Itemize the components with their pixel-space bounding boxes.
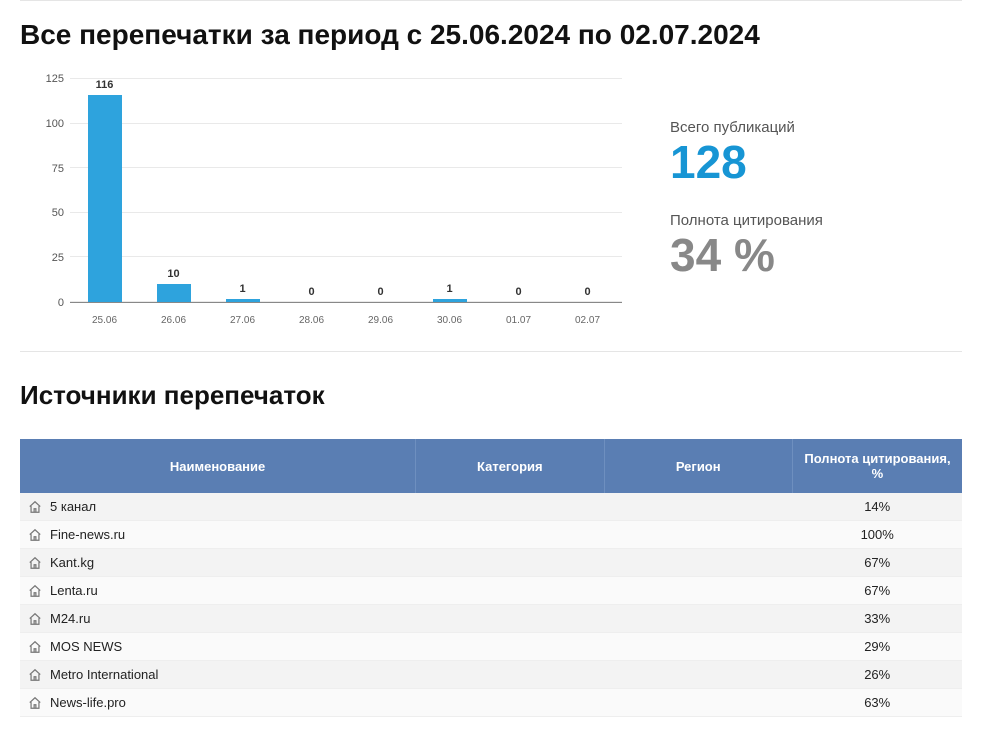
chart-x-tick: 28.06 xyxy=(277,309,346,333)
chart-bar-col: 0 xyxy=(346,79,415,302)
table-row[interactable]: M24.ru 33% xyxy=(20,605,962,633)
chart-bar-col: 0 xyxy=(553,79,622,302)
sources-table: Наименование Категория Регион Полнота ци… xyxy=(20,439,962,717)
source-name: Lenta.ru xyxy=(50,583,98,598)
table-row[interactable]: News-life.pro 63% xyxy=(20,689,962,717)
sources-section-title: Источники перепечаток xyxy=(20,380,962,411)
total-publications-stat: Всего публикаций 128 xyxy=(670,119,962,186)
source-pct: 100% xyxy=(792,521,962,549)
chart-y-tick: 50 xyxy=(20,207,64,219)
source-category xyxy=(416,633,604,661)
chart-y-tick: 25 xyxy=(20,252,64,264)
chart-x-tick: 26.06 xyxy=(139,309,208,333)
chart-bar-value-label: 10 xyxy=(167,268,179,280)
chart-x-tick: 30.06 xyxy=(415,309,484,333)
source-region xyxy=(604,633,792,661)
source-pct: 67% xyxy=(792,577,962,605)
source-icon xyxy=(28,612,42,626)
chart-bar-value-label: 0 xyxy=(584,286,590,298)
chart-bar xyxy=(157,284,191,302)
chart-x-tick: 27.06 xyxy=(208,309,277,333)
chart-bar-value-label: 0 xyxy=(377,286,383,298)
chart-bar-value-label: 0 xyxy=(308,286,314,298)
reprints-chart: 11610100100 25.0626.0627.0628.0629.0630.… xyxy=(20,69,630,333)
table-row[interactable]: Fine-news.ru 100% xyxy=(20,521,962,549)
chart-bar xyxy=(433,299,467,302)
source-icon xyxy=(28,500,42,514)
source-pct: 33% xyxy=(792,605,962,633)
source-name: MOS NEWS xyxy=(50,639,122,654)
source-pct: 67% xyxy=(792,549,962,577)
chart-bar-value-label: 1 xyxy=(446,283,452,295)
source-icon xyxy=(28,528,42,542)
chart-x-tick: 25.06 xyxy=(70,309,139,333)
source-category xyxy=(416,605,604,633)
source-region xyxy=(604,493,792,521)
chart-bar-value-label: 0 xyxy=(515,286,521,298)
citation-fullness-value: 34 % xyxy=(670,231,962,279)
table-row[interactable]: Kant.kg 67% xyxy=(20,549,962,577)
chart-y-tick: 100 xyxy=(20,118,64,130)
chart-y-tick: 125 xyxy=(20,73,64,85)
source-pct: 63% xyxy=(792,689,962,717)
source-pct: 29% xyxy=(792,633,962,661)
chart-y-tick: 0 xyxy=(20,297,64,309)
source-icon xyxy=(28,556,42,570)
source-region xyxy=(604,689,792,717)
chart-bar-col: 0 xyxy=(484,79,553,302)
source-region xyxy=(604,605,792,633)
source-category xyxy=(416,577,604,605)
source-region xyxy=(604,549,792,577)
source-icon xyxy=(28,668,42,682)
table-row[interactable]: 5 канал 14% xyxy=(20,493,962,521)
table-row[interactable]: Metro International 26% xyxy=(20,661,962,689)
chart-bar-col: 1 xyxy=(415,79,484,302)
source-icon xyxy=(28,696,42,710)
total-publications-caption: Всего публикаций xyxy=(670,119,962,136)
citation-fullness-stat: Полнота цитирования 34 % xyxy=(670,212,962,279)
total-publications-value: 128 xyxy=(670,138,962,186)
source-name: Kant.kg xyxy=(50,555,94,570)
source-category xyxy=(416,689,604,717)
chart-x-tick: 02.07 xyxy=(553,309,622,333)
source-name: 5 канал xyxy=(50,499,96,514)
chart-y-tick: 75 xyxy=(20,163,64,175)
chart-bar xyxy=(226,299,260,302)
source-category xyxy=(416,493,604,521)
chart-bar-col: 1 xyxy=(208,79,277,302)
source-name: News-life.pro xyxy=(50,695,126,710)
source-icon xyxy=(28,640,42,654)
source-pct: 14% xyxy=(792,493,962,521)
source-region xyxy=(604,577,792,605)
source-region xyxy=(604,521,792,549)
chart-bar-col: 116 xyxy=(70,79,139,302)
chart-bar-col: 0 xyxy=(277,79,346,302)
citation-fullness-caption: Полнота цитирования xyxy=(670,212,962,229)
chart-bar-value-label: 1 xyxy=(239,283,245,295)
col-header-name[interactable]: Наименование xyxy=(20,439,416,493)
source-icon xyxy=(28,584,42,598)
source-name: M24.ru xyxy=(50,611,90,626)
chart-bar-col: 10 xyxy=(139,79,208,302)
source-name: Fine-news.ru xyxy=(50,527,125,542)
source-category xyxy=(416,549,604,577)
source-region xyxy=(604,661,792,689)
table-row[interactable]: Lenta.ru 67% xyxy=(20,577,962,605)
chart-x-tick: 29.06 xyxy=(346,309,415,333)
chart-bar-value-label: 116 xyxy=(96,79,114,91)
source-name: Metro International xyxy=(50,667,158,682)
col-header-region[interactable]: Регион xyxy=(604,439,792,493)
source-pct: 26% xyxy=(792,661,962,689)
chart-bar xyxy=(88,95,122,302)
table-row[interactable]: MOS NEWS 29% xyxy=(20,633,962,661)
source-category xyxy=(416,661,604,689)
chart-x-tick: 01.07 xyxy=(484,309,553,333)
col-header-category[interactable]: Категория xyxy=(416,439,604,493)
col-header-pct[interactable]: Полнота цитирования, % xyxy=(792,439,962,493)
source-category xyxy=(416,521,604,549)
page-title: Все перепечатки за период с 25.06.2024 п… xyxy=(20,19,962,51)
